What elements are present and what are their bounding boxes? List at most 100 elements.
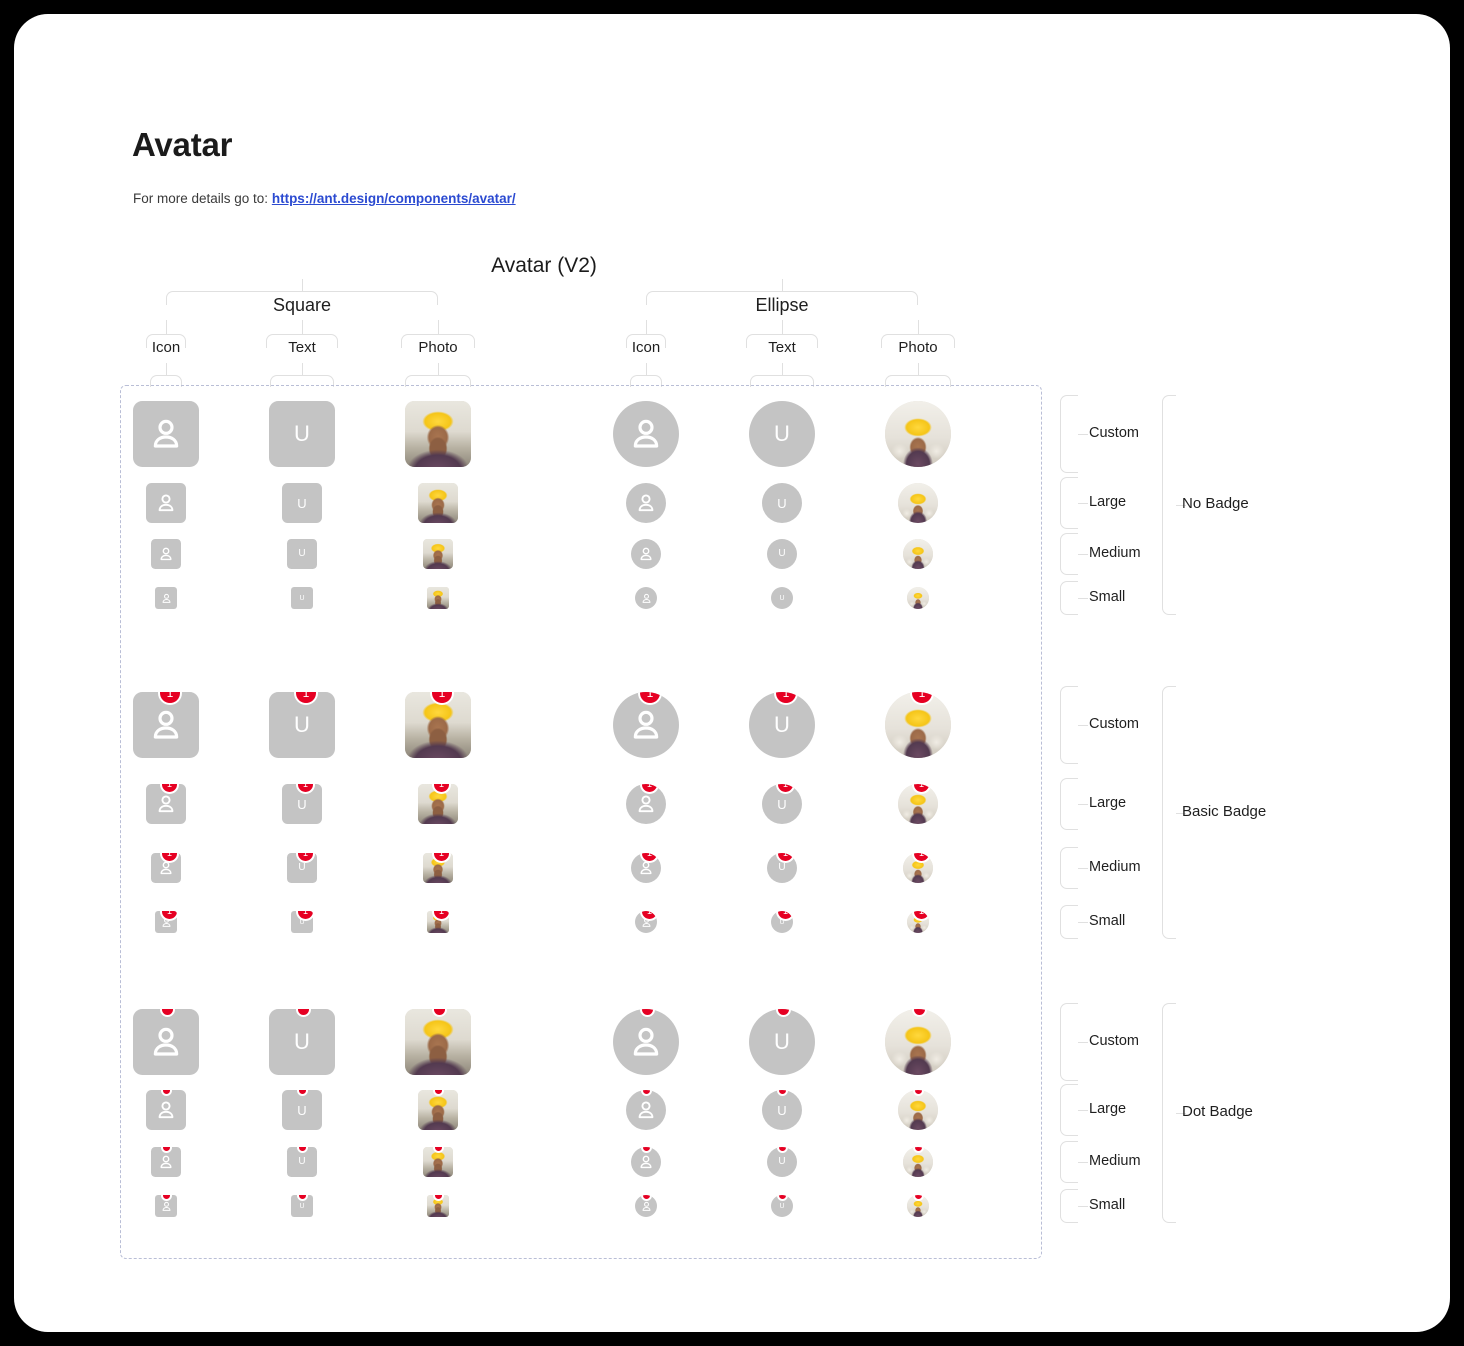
avatar-square-icon[interactable] [133,1009,199,1075]
avatar-square-icon[interactable] [151,1147,181,1177]
avatar-ellipse-icon[interactable] [626,483,666,523]
avatar-square-photo[interactable]: 1 [405,692,471,758]
avatar-slot [418,483,458,523]
avatar-ellipse-text[interactable]: U [767,539,797,569]
avatar-ellipse-photo[interactable]: 1 [885,692,951,758]
avatar-square-icon[interactable]: 1 [151,853,181,883]
avatar-initials: U [778,548,786,559]
avatar-square-icon[interactable]: 1 [146,784,186,824]
count-badge: 1 [162,784,177,793]
avatar-square-photo[interactable] [423,1147,453,1177]
avatar-square-text[interactable]: U1 [287,853,317,883]
avatar-slot [427,1195,449,1217]
avatar-ellipse-text[interactable]: U [749,1009,815,1075]
avatar-initials: U [298,1156,306,1167]
badge-group-bracket-dot [1162,1003,1176,1223]
avatar-ellipse-photo[interactable]: 1 [907,911,929,933]
avatar-square-text[interactable]: U [282,483,322,523]
avatar-ellipse-photo[interactable] [903,1147,933,1177]
status-dot-badge [643,1147,650,1152]
size-tick-count-small [1078,922,1088,923]
avatar-square-icon[interactable]: 1 [133,692,199,758]
avatar-ellipse-photo[interactable] [903,539,933,569]
avatar-square-text[interactable]: U [287,1147,317,1177]
avatar-ellipse-text[interactable]: U [762,1090,802,1130]
avatar-ellipse-text[interactable]: U1 [767,853,797,883]
avatar-square-icon[interactable] [133,401,199,467]
avatar-ellipse-photo[interactable]: 1 [903,853,933,883]
avatar-square-photo[interactable] [418,483,458,523]
avatar-ellipse-icon[interactable] [635,587,657,609]
avatar-slot [907,587,929,609]
avatar-square-text[interactable]: U [287,539,317,569]
avatar-square-text[interactable]: U [282,1090,322,1130]
avatar-square-photo[interactable] [405,1009,471,1075]
avatar-square-text[interactable]: U1 [291,911,313,933]
worker-photo [418,483,458,523]
avatar-initials: U [299,594,305,602]
avatar-slot: U [269,1009,335,1075]
avatar-ellipse-icon[interactable]: 1 [626,784,666,824]
status-dot-badge [163,1195,170,1200]
avatar-initials: U [297,1102,307,1118]
avatar-ellipse-icon[interactable]: 1 [631,853,661,883]
avatar-square-text[interactable]: U1 [269,692,335,758]
avatar-square-photo[interactable] [427,587,449,609]
avatar-slot: 1 [898,784,938,824]
avatar-ellipse-text[interactable]: U [771,1195,793,1217]
avatar-square-text[interactable]: U [291,1195,313,1217]
status-dot-badge [163,1090,170,1095]
avatar-square-icon[interactable] [155,1195,177,1217]
avatar-square-icon[interactable] [155,587,177,609]
avatar-slot: 1 [907,911,929,933]
avatar-square-icon[interactable] [146,483,186,523]
avatar-ellipse-photo[interactable]: 1 [898,784,938,824]
avatar-square-photo[interactable] [427,1195,449,1217]
avatar-ellipse-photo[interactable] [898,483,938,523]
avatar-ellipse-icon[interactable] [626,1090,666,1130]
avatar-ellipse-icon[interactable] [631,1147,661,1177]
avatar-ellipse-icon[interactable] [613,1009,679,1075]
avatar-ellipse-text[interactable]: U1 [749,692,815,758]
avatar-ellipse-icon[interactable] [635,1195,657,1217]
avatar-square-photo[interactable]: 1 [418,784,458,824]
avatar-ellipse-photo[interactable] [907,587,929,609]
avatar-square-icon[interactable] [151,539,181,569]
ant-design-avatar-link[interactable]: https://ant.design/components/avatar/ [272,191,516,206]
avatar-ellipse-photo[interactable] [907,1195,929,1217]
avatar-ellipse-icon[interactable]: 1 [613,692,679,758]
avatar-ellipse-text[interactable]: U1 [771,911,793,933]
avatar-square-text[interactable]: U [269,401,335,467]
avatar-ellipse-icon[interactable] [631,539,661,569]
avatar-square-photo[interactable] [418,1090,458,1130]
avatar-slot: 1 [418,784,458,824]
avatar-slot [885,1009,951,1075]
avatar-ellipse-icon[interactable]: 1 [635,911,657,933]
avatar-slot [635,1195,657,1217]
avatar-ellipse-text[interactable]: U [771,587,793,609]
avatar-square-photo[interactable]: 1 [427,911,449,933]
avatar-ellipse-photo[interactable] [885,1009,951,1075]
status-dot-badge [163,1147,170,1152]
size-bracket-dot-medium [1060,1141,1078,1183]
avatar-square-text[interactable]: U [291,587,313,609]
avatar-square-text[interactable]: U [269,1009,335,1075]
subcol-stem-icon-0 [166,320,167,334]
avatar-ellipse-icon[interactable] [613,401,679,467]
avatar-initials: U [779,918,785,926]
avatar-ellipse-photo[interactable] [898,1090,938,1130]
avatar-square-photo[interactable] [423,539,453,569]
avatar-square-icon[interactable] [146,1090,186,1130]
avatar-slot [898,483,938,523]
column-label-icon-3: Icon [631,339,661,356]
avatar-square-text[interactable]: U1 [282,784,322,824]
avatar-square-icon[interactable]: 1 [155,911,177,933]
avatar-ellipse-text[interactable]: U [767,1147,797,1177]
avatar-ellipse-photo[interactable] [885,401,951,467]
avatar-ellipse-text[interactable]: U1 [762,784,802,824]
subcol-stem-icon-3 [646,320,647,334]
avatar-ellipse-text[interactable]: U [762,483,802,523]
avatar-ellipse-text[interactable]: U [749,401,815,467]
avatar-square-photo[interactable]: 1 [423,853,453,883]
avatar-square-photo[interactable] [405,401,471,467]
